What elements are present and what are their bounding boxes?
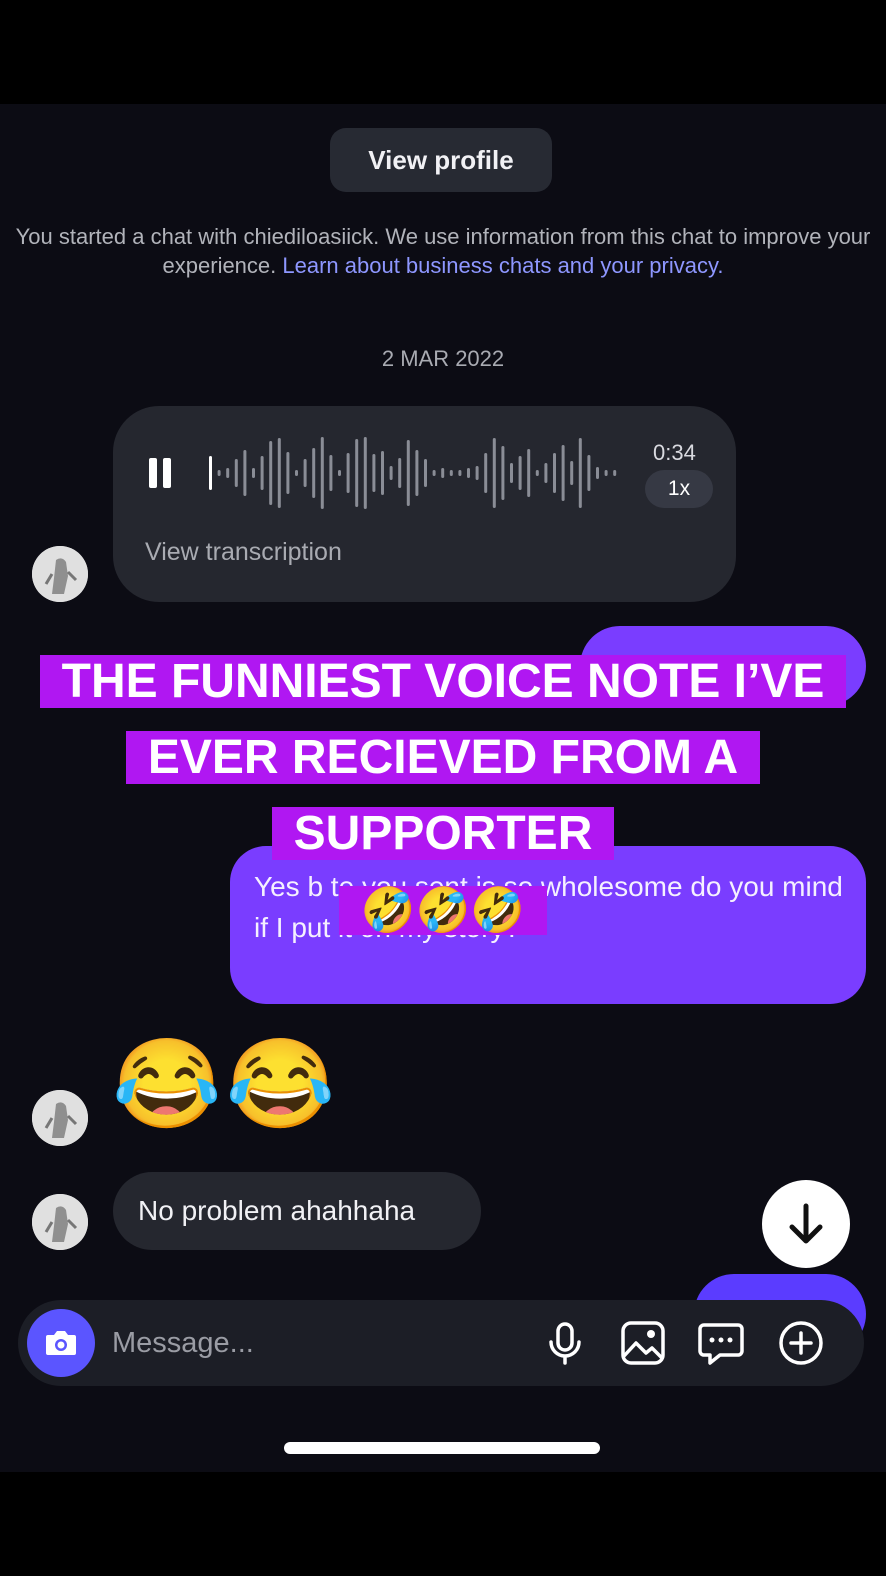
waveform-bar — [501, 446, 505, 500]
waveform-bar — [363, 437, 367, 509]
waveform-bar — [467, 468, 470, 478]
waveform-bar — [286, 452, 290, 494]
waveform-bar — [389, 466, 393, 480]
waveform-bar — [510, 463, 513, 483]
avatar[interactable] — [32, 546, 88, 602]
waveform-bar — [458, 470, 462, 476]
waveform-bar — [295, 470, 298, 476]
view-profile-button[interactable]: View profile — [330, 128, 552, 192]
waveform-bar — [303, 459, 307, 487]
home-indicator[interactable] — [284, 1442, 600, 1454]
business-chat-notice: You started a chat with chiediloasiick. … — [10, 222, 876, 280]
waveform-bar — [243, 450, 247, 496]
waveform-bar — [415, 450, 419, 496]
message-input[interactable] — [112, 1322, 512, 1364]
image-icon[interactable] — [618, 1318, 668, 1368]
playback-speed-button[interactable]: 1x — [645, 470, 713, 508]
waveform-bar — [277, 438, 281, 508]
waveform-bar — [587, 455, 591, 491]
arrow-down-icon — [789, 1203, 823, 1244]
waveform-bar — [578, 438, 582, 508]
waveform-bar — [346, 453, 350, 493]
waveform-bar — [209, 456, 212, 490]
waveform-bar — [441, 468, 445, 478]
caption-text: THE FUNNIEST VOICE NOTE I’VE EVER RECIEV… — [39, 655, 847, 860]
sticker-icon[interactable] — [696, 1318, 746, 1368]
camera-button[interactable] — [27, 1309, 95, 1377]
waveform-bar — [484, 453, 488, 493]
waveform-bar — [252, 468, 255, 478]
caption-emoji: 🤣🤣🤣 — [338, 886, 548, 935]
waveform-bar — [424, 459, 427, 487]
waveform-bar — [518, 456, 522, 490]
waveform-bar — [406, 440, 410, 506]
waveform-bar — [570, 461, 574, 485]
waveform-bar — [492, 438, 496, 508]
date-divider: 2 MAR 2022 — [381, 346, 505, 371]
privacy-link[interactable]: Learn about business chats and your priv… — [282, 253, 723, 278]
waveform-bar — [355, 439, 359, 507]
camera-icon — [46, 1331, 76, 1355]
waveform-bar — [269, 441, 273, 505]
avatar[interactable] — [32, 1194, 88, 1250]
waveform-bar — [226, 468, 230, 478]
received-emoji-message[interactable]: 😂😂 — [112, 1034, 339, 1134]
waveform-bar — [604, 470, 608, 476]
pause-icon[interactable] — [149, 458, 173, 488]
waveform-bar — [553, 453, 556, 493]
waveform-bar — [329, 455, 333, 491]
waveform-bar — [561, 445, 565, 501]
waveform-bar — [535, 470, 539, 476]
waveform-bar — [432, 470, 436, 476]
waveform-bar — [544, 463, 548, 483]
voice-duration: 0:34 — [653, 440, 696, 465]
message-composer — [18, 1300, 864, 1386]
add-icon[interactable] — [776, 1318, 826, 1368]
waveform-bar — [475, 466, 479, 480]
waveform-bar — [338, 470, 341, 476]
view-transcription-link[interactable]: View transcription — [145, 538, 342, 567]
scroll-to-bottom-button[interactable] — [762, 1180, 850, 1268]
waveform-bar — [372, 454, 376, 492]
received-message-bubble[interactable]: No problem ahahhaha — [113, 1172, 481, 1250]
waveform-bar — [234, 459, 238, 487]
waveform-bar — [527, 449, 531, 497]
waveform-bar — [398, 458, 402, 488]
waveform-bar — [613, 470, 617, 476]
waveform-bar — [320, 437, 324, 509]
waveform-bar — [381, 451, 384, 495]
waveform-bar — [260, 456, 264, 490]
video-caption: THE FUNNIEST VOICE NOTE I’VE EVER RECIEV… — [0, 644, 886, 949]
microphone-icon[interactable] — [540, 1318, 590, 1368]
waveform-bar — [596, 467, 599, 479]
waveform-bar — [217, 470, 221, 476]
avatar[interactable] — [32, 1090, 88, 1146]
voice-message-bubble[interactable]: 0:34 1x View transcription — [113, 406, 736, 602]
waveform[interactable] — [205, 431, 625, 515]
waveform-bar — [449, 470, 453, 476]
waveform-bar — [312, 448, 316, 498]
